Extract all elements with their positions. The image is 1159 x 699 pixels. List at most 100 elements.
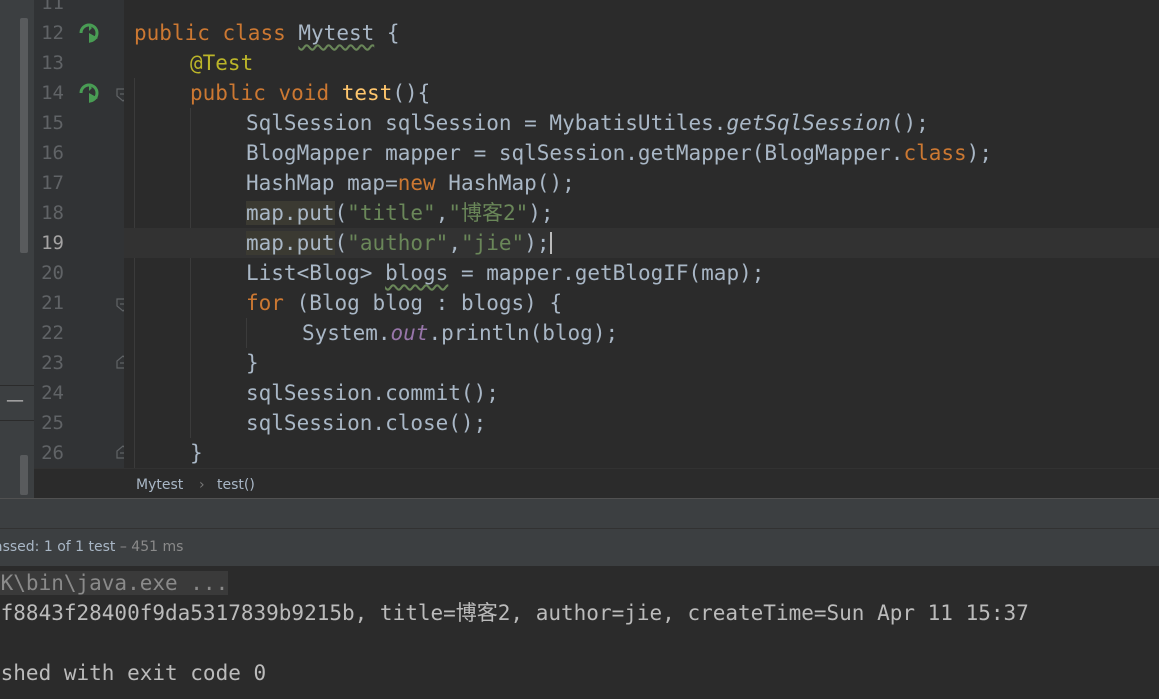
run-console[interactable]: OK\bin\java.exe ... bf8843f28400f9da5317…	[0, 566, 1159, 699]
keyword: void	[278, 81, 330, 105]
line-number: 16	[41, 142, 64, 164]
string-literal: "博客2"	[448, 201, 529, 225]
code-line-22[interactable]: System.out.println(blog);	[124, 318, 1159, 348]
warned-identifier: blogs	[385, 261, 449, 285]
code-text: ,	[448, 231, 461, 255]
fold-end-marker-icon[interactable]	[115, 354, 124, 370]
code-line-17[interactable]: HashMap map=new HashMap();	[124, 168, 1159, 198]
test-status-label: assed:	[0, 539, 40, 555]
code-line-26[interactable]: }	[124, 438, 1159, 468]
code-text: }	[190, 441, 203, 465]
line-number-current: 19	[41, 232, 64, 254]
panel-splitter[interactable]	[0, 498, 1159, 528]
console-command-line: OK\bin\java.exe ...	[0, 568, 229, 598]
line-number: 14	[41, 82, 64, 104]
fold-marker-icon[interactable]	[115, 297, 124, 313]
code-text: List<Blog>	[246, 261, 386, 285]
fold-end-marker-icon[interactable]	[115, 444, 124, 460]
strip-divider	[0, 385, 34, 386]
line-number: 13	[41, 52, 64, 74]
code-text: HashMap();	[435, 171, 575, 195]
breadcrumb: Mytest › test()	[34, 468, 1159, 499]
highlighted-call: map.put	[246, 201, 335, 225]
line-number: 22	[41, 322, 64, 344]
annotation: @Test	[190, 51, 254, 75]
keyword: new	[397, 171, 436, 195]
collapse-icon[interactable]: —	[6, 388, 24, 414]
code-line-13[interactable]: @Test	[124, 48, 1159, 78]
strip-scrollbar-lower[interactable]	[20, 455, 28, 495]
console-output-line: bf8843f28400f9da5317839b9215b, title=博客2…	[0, 601, 1029, 625]
console-exit-line: ished with exit code 0	[0, 661, 267, 685]
line-number: 12	[41, 22, 64, 44]
code-text: (){	[392, 81, 431, 105]
code-line-16[interactable]: BlogMapper mapper = sqlSession.getMapper…	[124, 138, 1159, 168]
editor-gutter[interactable]: 11 12 13 14 15 16 17 18 19 20 21 22 23 2…	[34, 0, 124, 468]
test-status-count: 1 of 1 test	[43, 539, 116, 555]
line-number: 11	[41, 0, 64, 14]
code-line-14[interactable]: public void test(){	[124, 78, 1159, 108]
code-text: ();	[890, 111, 929, 135]
keyword: for	[246, 291, 284, 315]
code-line-25[interactable]: sqlSession.close();	[124, 408, 1159, 438]
method-name: test	[341, 81, 393, 105]
code-line-24[interactable]: sqlSession.commit();	[124, 378, 1159, 408]
code-text: SqlSession sqlSession = MybatisUtiles.	[246, 111, 727, 135]
text-caret	[549, 232, 552, 254]
code-editor[interactable]: public class Mytest { @Test public void …	[124, 0, 1159, 468]
static-field: out	[390, 321, 429, 345]
string-literal: "author"	[347, 231, 449, 255]
code-text: }	[246, 351, 259, 375]
code-text: ,	[435, 201, 449, 225]
line-number: 15	[41, 112, 64, 134]
line-number: 21	[41, 292, 64, 314]
code-text: {	[374, 21, 400, 45]
code-text: );	[966, 141, 992, 165]
line-number: 18	[41, 202, 64, 224]
string-literal: "title"	[347, 201, 436, 225]
highlighted-call: map.put	[246, 231, 335, 255]
test-status-duration: – 451 ms	[115, 539, 184, 555]
breadcrumb-separator-icon: ›	[199, 477, 205, 493]
code-text: (Blog blog : blogs) {	[283, 291, 563, 315]
run-test-icon[interactable]	[78, 22, 100, 44]
strip-divider	[0, 420, 34, 421]
code-text: System.	[302, 321, 391, 345]
string-literal: "jie"	[460, 231, 525, 255]
breadcrumb-method[interactable]: test()	[217, 477, 255, 493]
line-number: 23	[41, 352, 64, 374]
class-name: Mytest	[298, 21, 375, 45]
code-line-18[interactable]: map.put("title","博客2");	[124, 198, 1159, 228]
code-line-19[interactable]: map.put("author","jie");	[124, 228, 1159, 258]
code-line-12[interactable]: public class Mytest {	[124, 18, 1159, 48]
keyword: public	[190, 81, 266, 105]
code-text: );	[524, 231, 550, 255]
code-line-15[interactable]: SqlSession sqlSession = MybatisUtiles.ge…	[124, 108, 1159, 138]
keyword: class	[903, 141, 967, 165]
line-number: 25	[41, 412, 64, 434]
code-line-21[interactable]: for (Blog blog : blogs) {	[124, 288, 1159, 318]
code-text: .println(blog);	[428, 321, 619, 345]
code-text: );	[528, 201, 554, 225]
line-number: 24	[41, 382, 64, 404]
run-test-icon[interactable]	[78, 82, 100, 104]
code-line-20[interactable]: List<Blog> blogs = mapper.getBlogIF(map)…	[124, 258, 1159, 288]
code-text: (	[334, 231, 348, 255]
code-text: (	[334, 201, 348, 225]
code-text: HashMap map=	[246, 171, 398, 195]
keyword: public	[134, 21, 210, 45]
static-method-call: getSqlSession	[726, 111, 891, 135]
code-text: sqlSession.close();	[246, 411, 487, 435]
tool-window-strip: —	[0, 0, 34, 498]
breadcrumb-class[interactable]: Mytest	[136, 477, 183, 493]
code-text: = mapper.getBlogIF(map);	[448, 261, 765, 285]
line-number: 20	[41, 262, 64, 284]
line-number: 26	[41, 442, 64, 464]
strip-scrollbar[interactable]	[20, 18, 28, 253]
code-text: BlogMapper mapper = sqlSession.getMapper…	[246, 141, 904, 165]
keyword: class	[222, 21, 286, 45]
line-number: 17	[41, 172, 64, 194]
test-results-status: assed: 1 of 1 test – 451 ms	[0, 528, 1159, 566]
fold-marker-icon[interactable]	[115, 87, 124, 103]
code-line-23[interactable]: }	[124, 348, 1159, 378]
